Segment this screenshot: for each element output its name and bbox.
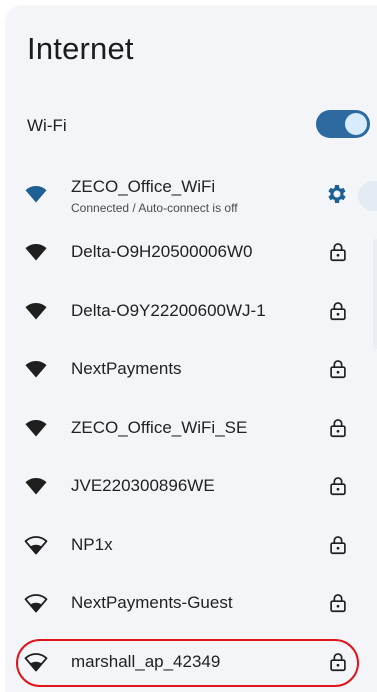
network-row[interactable]: Delta-O9H20500006W0 (5, 223, 365, 281)
network-name: Delta-O9Y22200600WJ-1 (71, 300, 266, 320)
network-row[interactable]: NP1x (5, 516, 365, 574)
network-name: NP1x (71, 534, 113, 554)
network-row[interactable]: ZECO_Office_WiFi_SE (5, 399, 365, 457)
lock-icon (330, 360, 346, 379)
network-row[interactable]: NextPayments-Guest (5, 574, 365, 632)
highlight-ring (16, 639, 359, 687)
wifi-label: Wi-Fi (27, 116, 67, 135)
wifi-signal-icon (25, 361, 47, 378)
wifi-signal-icon (25, 186, 47, 203)
network-name: ZECO_Office_WiFi (71, 177, 216, 196)
network-row[interactable]: JVE220300896WE (5, 457, 365, 515)
wifi-signal-icon (24, 535, 48, 554)
gear-icon[interactable] (325, 182, 349, 206)
internet-panel: Internet Wi-Fi ZECO_Office_WiFi Connecte… (5, 5, 377, 692)
lock-icon (330, 418, 346, 437)
lock-icon (330, 477, 346, 496)
wifi-signal-icon (25, 419, 47, 436)
network-status: Connected / Auto-connect is off (71, 201, 238, 215)
network-name: NextPayments-Guest (71, 593, 233, 612)
network-row[interactable]: NextPayments (5, 340, 365, 398)
lock-icon (330, 301, 346, 320)
wifi-signal-icon (25, 478, 47, 495)
wifi-signal-icon (24, 594, 48, 613)
toggle-thumb (345, 113, 367, 135)
page-title: Internet (27, 31, 134, 66)
lock-icon (330, 594, 346, 613)
wifi-signal-icon (25, 302, 47, 319)
partial-edge-card (373, 239, 377, 349)
wifi-toggle[interactable] (316, 110, 370, 138)
lock-icon (330, 535, 346, 554)
network-row-connected[interactable]: ZECO_Office_WiFi Connected / Auto-connec… (5, 165, 365, 223)
network-name: ZECO_Office_WiFi_SE (71, 417, 248, 437)
wifi-signal-icon (25, 244, 47, 261)
lock-icon (330, 243, 346, 262)
network-row[interactable]: Delta-O9Y22200600WJ-1 (5, 282, 365, 340)
network-name: JVE220300896WE (71, 476, 215, 495)
network-name: Delta-O9H20500006W0 (71, 242, 253, 261)
network-name: NextPayments (71, 359, 182, 378)
